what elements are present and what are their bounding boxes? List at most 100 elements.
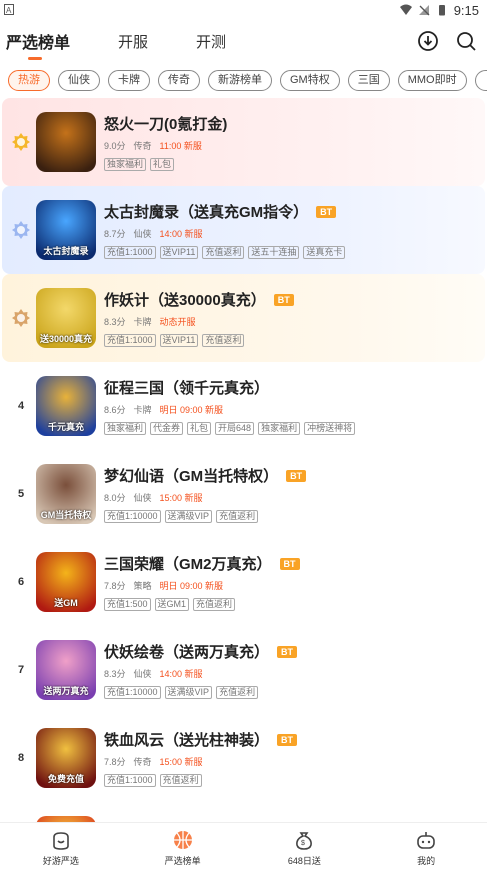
chip-xianxia[interactable]: 仙侠 (58, 69, 100, 91)
game-row[interactable]: 送30000真充 作妖计（送30000真充） BT 8.3分 卡牌 动态开服 充值1:100… (2, 274, 485, 362)
svg-text:A: A (6, 6, 12, 15)
game-title[interactable]: 伏妖绘卷（送两万真充） (104, 641, 269, 662)
rank-medal-icon (12, 221, 30, 239)
rank-number: 5 (17, 488, 25, 500)
game-thumbnail[interactable]: GM当托特权 (36, 464, 96, 524)
game-tag: 充值返利 (202, 246, 245, 259)
game-thumbnail[interactable]: 千元真充 (36, 376, 96, 436)
signal-icon (418, 5, 430, 16)
chip-legend[interactable]: 传奇 (158, 69, 200, 91)
game-score: 8.0分 (104, 493, 126, 503)
game-row[interactable]: 6 送GM 三国荣耀（GM2万真充） BT 7.8分 策略 明日 09:00 新服 充值1:5… (2, 538, 485, 626)
clock: 9:15 (453, 2, 479, 18)
game-score: 8.7分 (104, 229, 126, 239)
game-tag: 独家福利 (104, 422, 147, 435)
nav-mine[interactable]: 我的 (381, 828, 471, 867)
game-row[interactable]: 5 GM当托特权 梦幻仙语（GM当托特权） BT 8.0分 仙侠 15:00 新服充值1:1… (2, 450, 485, 538)
game-tag: 独家福利 (104, 158, 147, 171)
game-thumbnail[interactable]: 太古封魔录 (36, 200, 96, 260)
nav-ranking[interactable]: 严选榜单 (138, 828, 228, 867)
game-tag: 充值1:10000 (104, 686, 161, 699)
thumbnail-caption: 送两万真充 (43, 686, 89, 696)
game-open-time: 15:00 新服 (159, 493, 203, 503)
game-tags: 充值1:10000 送满级VIP 充值返利 (104, 686, 485, 699)
game-genre: 仙侠 (133, 493, 152, 503)
game-tag: 充值返利 (193, 598, 236, 611)
game-thumbnail[interactable]: 免费充值 (36, 728, 96, 788)
game-tag: 礼包 (150, 158, 175, 171)
game-tag: 充值返利 (216, 686, 259, 699)
notification-icon: A (4, 3, 14, 18)
game-thumbnail[interactable] (36, 112, 96, 172)
game-title[interactable]: 铁血风云（送光柱神装） (104, 729, 269, 750)
game-list: 怒火一刀(0氪打金) 9.0分 传奇 11:00 新服 独家福利 礼包太古封魔录 太古封魔录… (0, 98, 487, 828)
chip-three-kingdoms[interactable]: 三国 (347, 69, 390, 91)
game-thumbnail[interactable]: 送GM (36, 552, 96, 612)
game-tag: 冲榜送神将 (304, 422, 356, 435)
game-row[interactable]: 怒火一刀(0氪打金) 9.0分 传奇 11:00 新服 独家福利 礼包 (2, 98, 485, 186)
chip-mmo[interactable]: MMO即时 (397, 69, 467, 91)
chip-new-games[interactable]: 新游榜单 (208, 69, 272, 91)
thumbnail-caption: 太古封魔录 (43, 246, 89, 256)
status-bar: A 9:15 (0, 0, 487, 20)
game-tag: 开局648 (215, 422, 255, 435)
bottom-nav: 好游严选 严选榜单 $ 648日送 我的 (0, 822, 487, 872)
nav-648[interactable]: $ 648日送 (259, 828, 349, 867)
game-title[interactable]: 征程三国（领千元真充） (104, 377, 269, 398)
game-title[interactable]: 三国荣耀（GM2万真充） (104, 553, 272, 574)
game-genre: 传奇 (133, 757, 152, 767)
game-title[interactable]: 作妖计（送30000真充） (104, 289, 266, 310)
category-chips: 热游 仙侠 卡牌 传奇 新游榜单 GM特权 三国 MMO即时 (0, 62, 487, 98)
game-title[interactable]: 梦幻仙语（GM当托特权） (104, 465, 278, 486)
chip-gm[interactable]: GM特权 (280, 69, 340, 91)
game-tags: 充值1:10000 送满级VIP 充值返利 (104, 510, 485, 523)
download-icon[interactable] (417, 30, 439, 52)
rank-number: 7 (17, 664, 25, 676)
game-tag: 礼包 (187, 422, 212, 435)
chip-more[interactable] (474, 69, 487, 91)
moneybag-icon: $ (296, 832, 313, 850)
nav-home[interactable]: 好游严选 (16, 828, 106, 867)
thumbnail-caption: 送30000真充 (39, 334, 93, 344)
chip-hot[interactable]: 热游 (8, 69, 50, 91)
game-row[interactable]: 8 免费充值 铁血风云（送光柱神装） BT 7.8分 传奇 15:00 新服 充值1:1000… (2, 714, 485, 802)
chip-card[interactable]: 卡牌 (108, 69, 150, 91)
game-tag: 充值1:500 (104, 598, 151, 611)
game-title[interactable]: 太古封魔录（送真充GM指令） (104, 201, 308, 222)
game-row[interactable]: 太古封魔录 太古封魔录（送真充GM指令） BT 8.7分 仙侠 14:00 新服 充值1:1… (2, 186, 485, 274)
game-score: 7.8分 (104, 581, 126, 591)
game-tag: 送VIP11 (159, 246, 199, 259)
game-tags: 充值1:1000 充值返利 (104, 774, 485, 787)
tab-ranking[interactable]: 严选榜单 (6, 29, 70, 60)
battery-icon (438, 5, 445, 16)
game-thumbnail[interactable]: 送30000真充 (36, 288, 96, 348)
thumbnail-caption: 送GM (54, 598, 78, 608)
game-tag: 充值1:1000 (104, 334, 156, 347)
game-open-time: 明日 09:00 新服 (159, 405, 224, 415)
tab-test[interactable]: 开测 (196, 31, 226, 52)
game-tags: 独家福利 礼包 (104, 158, 485, 171)
game-row[interactable]: 7 送两万真充 伏妖绘卷（送两万真充） BT 8.3分 仙侠 14:00 新服 充值1:100… (2, 626, 485, 714)
game-title[interactable]: 怒火一刀(0氪打金) (104, 113, 227, 134)
tab-server-open[interactable]: 开服 (118, 31, 148, 52)
game-genre: 传奇 (133, 141, 152, 151)
game-tag: 送满级VIP (164, 510, 213, 523)
game-tags: 充值1:1000 送VIP11 充值返利 (104, 334, 485, 347)
rank-number: 6 (17, 576, 25, 588)
nav-mine-label: 我的 (417, 856, 436, 866)
game-open-time: 14:00 新服 (159, 229, 203, 239)
game-genre: 仙侠 (133, 229, 152, 239)
search-icon[interactable] (455, 30, 477, 52)
rank-number: 4 (17, 400, 25, 412)
game-thumbnail[interactable]: 送两万真充 (36, 640, 96, 700)
thumbnail-caption: 千元真充 (47, 422, 84, 432)
top-nav: 严选榜单 开服 开测 (0, 20, 487, 62)
bt-badge: BT (286, 469, 307, 482)
nav-ranking-label: 严选榜单 (164, 856, 201, 866)
thumbnail-caption: 免费充值 (47, 774, 84, 784)
game-score: 7.8分 (104, 757, 126, 767)
bt-badge: BT (277, 645, 298, 658)
game-tag: 送五十连抽 (248, 246, 300, 259)
game-row[interactable]: 4 千元真充 征程三国（领千元真充） 8.6分 卡牌 明日 09:00 新服 独家福利 代金券… (2, 362, 485, 450)
game-tag: 送GM1 (154, 598, 190, 611)
